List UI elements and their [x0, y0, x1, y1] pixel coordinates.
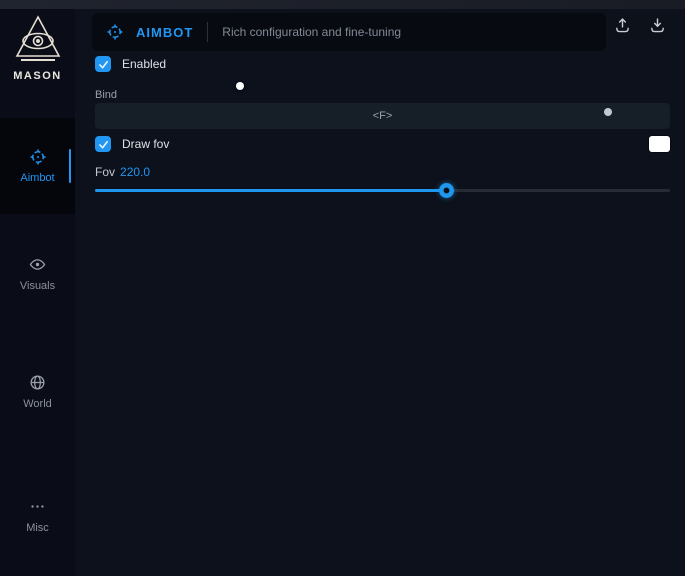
sidebar-item-label: Misc [26, 522, 49, 534]
main-panel: AIMBOT Rich configuration and fine-tunin… [75, 9, 685, 576]
crosshair-icon [106, 23, 124, 41]
fov-slider-thumb[interactable] [439, 183, 454, 198]
crosshair-icon [29, 148, 47, 166]
mouse-cursor-dot [236, 82, 244, 90]
logo-text: MASON [0, 70, 75, 82]
fov-label: Fov [95, 165, 115, 179]
pyramid-eye-logo-icon [0, 14, 75, 66]
draw-fov-row: Draw fov [95, 136, 670, 152]
bind-input-dot [604, 108, 612, 116]
download-config-button[interactable] [644, 15, 670, 41]
bind-input[interactable]: <F> [95, 103, 670, 129]
sidebar-item-misc[interactable]: Misc [0, 498, 75, 542]
bind-label: Bind [95, 89, 117, 101]
logo: MASON [0, 14, 75, 82]
header-bar: AIMBOT Rich configuration and fine-tunin… [92, 13, 606, 51]
page-title: AIMBOT [136, 25, 193, 40]
bind-value: <F> [373, 110, 393, 122]
divider [207, 22, 208, 42]
fov-label-row: Fov 220.0 [95, 165, 150, 179]
draw-fov-label: Draw fov [122, 137, 169, 151]
ellipsis-icon [29, 498, 47, 516]
upload-icon [614, 17, 631, 39]
enabled-checkbox[interactable] [95, 56, 111, 72]
globe-icon [29, 374, 47, 392]
sidebar-item-label: Visuals [20, 280, 55, 292]
active-indicator-bar [69, 149, 71, 183]
download-icon [649, 17, 666, 39]
fov-value: 220.0 [120, 165, 150, 179]
page-subtitle: Rich configuration and fine-tuning [222, 25, 401, 39]
sidebar-item-world[interactable]: World [0, 374, 75, 418]
eye-icon [29, 256, 47, 274]
mason-menu-window: MASON Aimbot Visuals [0, 0, 685, 576]
sidebar-item-label: World [23, 398, 52, 410]
upload-config-button[interactable] [609, 15, 635, 41]
window-top-strip [0, 0, 685, 9]
sidebar-item-aimbot[interactable]: Aimbot [0, 118, 75, 214]
sidebar-item-label: Aimbot [20, 172, 54, 184]
draw-fov-checkbox[interactable] [95, 136, 111, 152]
sidebar: MASON Aimbot Visuals [0, 9, 75, 576]
sidebar-item-visuals[interactable]: Visuals [0, 256, 75, 300]
draw-fov-color-swatch[interactable] [649, 136, 670, 152]
fov-slider-fill [95, 189, 446, 192]
fov-slider[interactable] [95, 182, 670, 198]
enabled-row: Enabled [95, 56, 670, 72]
enabled-label: Enabled [122, 57, 166, 71]
